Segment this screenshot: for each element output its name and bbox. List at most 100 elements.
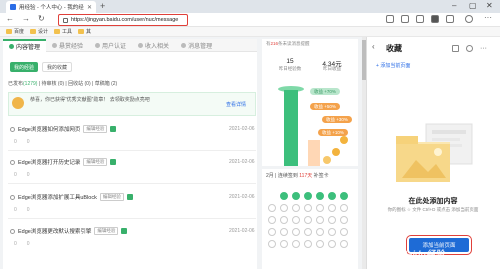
collections-icon[interactable] — [416, 15, 424, 23]
calendar-day[interactable] — [268, 216, 276, 224]
calendar-day[interactable] — [280, 228, 288, 236]
favorites-hub-icon[interactable] — [431, 15, 439, 23]
user-icon — [95, 43, 101, 48]
edit-icon — [10, 126, 15, 132]
calendar-header: 2月 | 连续签到 117天 补签卡 — [266, 173, 329, 179]
calendar-day[interactable] — [316, 216, 324, 224]
add-folder-icon[interactable] — [452, 45, 459, 52]
calendar-day[interactable] — [316, 192, 324, 200]
calendar-day[interactable] — [268, 228, 276, 236]
favorites-title: 收藏 — [386, 44, 402, 53]
calendar-day[interactable] — [280, 216, 288, 224]
list-item-meta: 00 — [14, 139, 30, 145]
more-menu-icon[interactable]: ··· — [484, 13, 492, 22]
calendar-day[interactable] — [328, 240, 336, 248]
calendar-day[interactable] — [304, 204, 312, 212]
pin-icon[interactable]: ‹ — [372, 42, 375, 51]
unread-note[interactable]: 有216条未读消息提醒 — [266, 41, 310, 47]
list-item-date: 2021-02-06 — [229, 194, 255, 200]
calendar-day[interactable] — [280, 204, 288, 212]
calendar-day[interactable] — [304, 216, 312, 224]
calendar-day[interactable] — [292, 192, 300, 200]
calendar-day[interactable] — [316, 228, 324, 236]
calendar-day[interactable] — [304, 192, 312, 200]
published-count[interactable]: (1279) — [23, 81, 37, 87]
row-divider — [8, 150, 256, 151]
edit-tag[interactable]: 编辑经验 — [99, 193, 124, 201]
bookmark-item[interactable]: 其 — [78, 28, 91, 35]
calendar-day[interactable] — [280, 240, 288, 248]
bookmarks-bar: 百度 设计 工具 其 — [0, 27, 500, 37]
edit-tag[interactable]: 编辑经验 — [83, 125, 108, 133]
calendar-day[interactable] — [268, 240, 276, 248]
calendar-day[interactable] — [268, 204, 276, 212]
favorite-star-icon[interactable] — [401, 15, 409, 23]
more-options-icon[interactable]: ··· — [480, 45, 487, 52]
calendar-day[interactable] — [304, 228, 312, 236]
calendar-day[interactable] — [292, 204, 300, 212]
rate-pill: 收益 +70% — [310, 88, 340, 95]
calendar-day[interactable] — [340, 228, 348, 236]
tab-messages[interactable]: 消息管理 — [175, 39, 218, 52]
minimize-icon[interactable]: – — [452, 1, 456, 10]
rate-pill: 收益 +30% — [322, 116, 352, 123]
calendar-day[interactable] — [328, 228, 336, 236]
calendar-day[interactable] — [340, 204, 348, 212]
tab-certification[interactable]: 用户认证 — [89, 39, 132, 52]
coin-icon — [323, 156, 331, 164]
verified-badge-icon — [110, 126, 117, 132]
close-window-icon[interactable]: ✕ — [486, 1, 493, 10]
maximize-icon[interactable]: ▢ — [469, 1, 477, 10]
forward-icon[interactable]: → — [22, 14, 30, 23]
new-tab-button[interactable]: + — [100, 1, 105, 11]
calendar-day[interactable] — [328, 192, 336, 200]
calendar-grid — [268, 192, 354, 248]
bookmark-item[interactable]: 百度 — [6, 28, 24, 35]
empty-state-description: 你的图标 ☆ 文件 Ctrl+D 或点击 添加当前页面 — [387, 207, 479, 212]
address-bar[interactable]: https://jingyan.baidu.com/user/nuc/messa… — [58, 14, 188, 26]
list-item-title[interactable]: Edge浏览器更改默认搜索引擎 编辑经验 — [10, 227, 128, 235]
coin-icon — [332, 148, 340, 156]
browser-tab[interactable]: 用经验 - 个人中心 - 我的经验 ✕ — [6, 1, 96, 13]
view-count: 0 — [14, 139, 17, 145]
list-item-title[interactable]: Edge浏览器打开历史记录 编辑经验 — [10, 158, 117, 166]
calendar-day[interactable] — [292, 216, 300, 224]
calendar-day[interactable] — [328, 216, 336, 224]
list-item-date: 2021-02-06 — [229, 159, 255, 165]
makeup-card-link[interactable]: 补签卡 — [314, 173, 329, 179]
refresh-icon[interactable]: ↻ — [38, 14, 45, 23]
list-item-title[interactable]: Edge浏览器如何添加网页 编辑经验 — [10, 125, 117, 133]
calendar-day[interactable] — [280, 192, 288, 200]
read-aloud-icon[interactable] — [386, 15, 394, 23]
verified-badge-icon — [110, 159, 117, 165]
calendar-day[interactable] — [340, 216, 348, 224]
calendar-day[interactable] — [304, 240, 312, 248]
view-details-link[interactable]: 查看详情 — [226, 101, 246, 108]
search-favorites-icon[interactable] — [466, 45, 473, 52]
calendar-day[interactable] — [340, 192, 348, 200]
my-experience-button[interactable]: 我的经验 — [10, 62, 39, 72]
tab-content-management[interactable]: 内容管理 — [3, 39, 47, 52]
profile-avatar[interactable] — [465, 15, 473, 23]
view-count: 0 — [14, 172, 17, 178]
bookmark-item[interactable]: 工具 — [54, 28, 72, 35]
add-current-page-link[interactable]: + 添加当前页面 — [376, 62, 410, 69]
bookmark-item[interactable]: 设计 — [30, 28, 48, 35]
stat-label: 昨日经验数 — [278, 66, 302, 71]
calendar-day[interactable] — [292, 228, 300, 236]
calendar-day[interactable] — [328, 204, 336, 212]
extension-icon[interactable] — [446, 15, 454, 23]
edit-icon — [10, 194, 15, 200]
my-favorites-button[interactable]: 我的收藏 — [42, 62, 73, 72]
calendar-day[interactable] — [340, 240, 348, 248]
edit-tag[interactable]: 编辑经验 — [94, 227, 119, 235]
edit-tag[interactable]: 编辑经验 — [83, 158, 108, 166]
close-tab-icon[interactable]: ✕ — [87, 4, 92, 11]
calendar-day[interactable] — [316, 240, 324, 248]
calendar-day[interactable] — [292, 240, 300, 248]
calendar-day[interactable] — [316, 204, 324, 212]
back-icon[interactable]: ← — [6, 14, 14, 23]
tab-bounty[interactable]: 悬赏经验 — [46, 39, 89, 52]
list-item-title[interactable]: Edge浏览器添加扩展工具uBlock 编辑经验 — [10, 193, 133, 201]
tab-income[interactable]: 收入相关 — [132, 39, 175, 52]
